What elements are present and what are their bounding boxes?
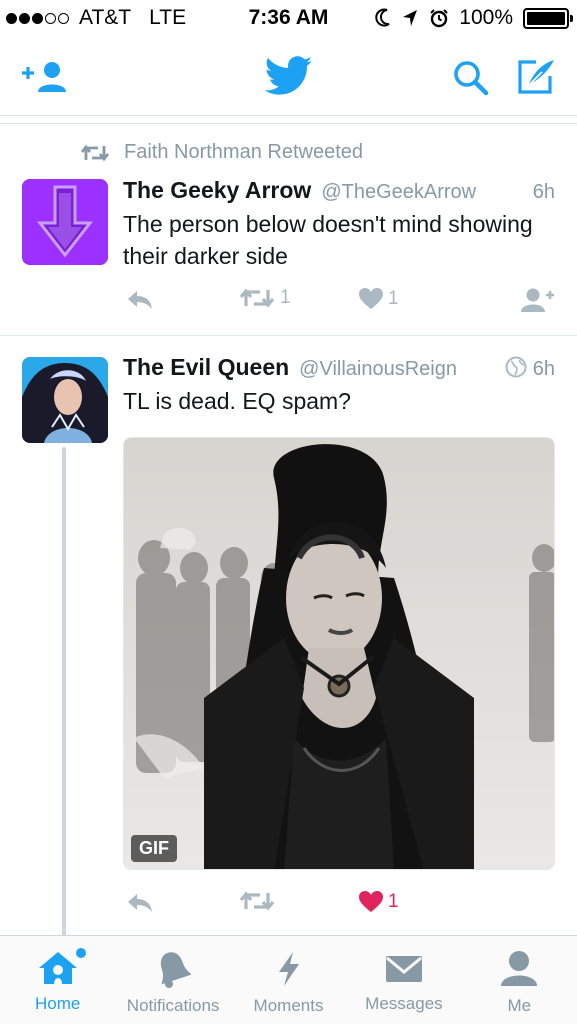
user-handle[interactable]: @VillainousReign (299, 358, 457, 381)
retweet-icon (239, 891, 275, 911)
tweet-text: The person below doesn't mind showing th… (123, 211, 533, 269)
avatar[interactable] (22, 179, 108, 265)
tweet-timestamp: 6h (532, 181, 555, 203)
search-icon[interactable] (452, 60, 490, 96)
retweet-icon (80, 144, 110, 161)
heart-icon (359, 288, 383, 309)
timeline-feed[interactable]: Faith Northman Retweeted The Geeky Arrow… (0, 117, 577, 935)
tab-label: Home (35, 994, 81, 1013)
retweet-button[interactable]: 1 (238, 287, 291, 309)
tab-me[interactable]: Me (462, 936, 577, 1024)
alarm-icon (430, 9, 448, 28)
follow-button[interactable] (521, 287, 559, 313)
tab-notifications[interactable]: Notifications (115, 936, 230, 1024)
conversation-thread-line (62, 447, 66, 935)
retweet-button[interactable] (238, 890, 280, 912)
tweet-header: The Evil Queen @VillainousReign 6h (123, 353, 555, 381)
divider (0, 123, 577, 124)
gif-image (124, 438, 554, 869)
bottom-tab-bar: Home Notifications Moments Messages Me (0, 935, 577, 1024)
tab-messages[interactable]: Messages (346, 936, 461, 1024)
globe-icon (505, 356, 527, 378)
tab-label: Moments (253, 996, 324, 1015)
status-right: 100% (375, 6, 573, 30)
top-nav-bar (0, 38, 577, 116)
person-icon (501, 951, 538, 986)
tab-home[interactable]: Home (0, 936, 115, 1024)
tweet-header: The Geeky Arrow @TheGeekArrow 6h (123, 177, 555, 204)
like-button[interactable]: 1 (358, 287, 399, 311)
moon-icon (375, 8, 390, 27)
tweet[interactable]: Faith Northman Retweeted The Geeky Arrow… (0, 137, 577, 336)
add-user-icon (521, 288, 554, 312)
profile-photo (22, 357, 108, 443)
new-tweets-indicator (76, 948, 86, 958)
retweet-count: 1 (280, 287, 291, 308)
retweet-context: Faith Northman Retweeted (80, 141, 363, 164)
gif-badge: GIF (131, 835, 177, 862)
heart-icon (359, 891, 383, 912)
battery-percent: 100% (459, 6, 513, 29)
reply-button[interactable] (125, 287, 159, 311)
gif-media[interactable]: GIF (123, 437, 555, 870)
compose-icon[interactable] (516, 58, 556, 96)
lightning-icon (278, 952, 299, 986)
twitter-bird-icon[interactable] (265, 56, 313, 96)
display-name[interactable]: The Evil Queen (123, 354, 289, 381)
tweet-text: TL is dead. EQ spam? (123, 388, 351, 414)
tweet-timestamp: 6h (532, 358, 555, 380)
tab-label: Me (507, 996, 532, 1015)
display-name[interactable]: The Geeky Arrow (123, 177, 311, 204)
retweeted-by-label[interactable]: Faith Northman Retweeted (124, 141, 363, 164)
tab-label: Notifications (126, 996, 220, 1015)
tab-label: Messages (365, 994, 443, 1013)
reply-icon (128, 291, 152, 309)
tab-moments[interactable]: Moments (231, 936, 346, 1024)
user-handle[interactable]: @TheGeekArrow (321, 181, 476, 204)
reply-icon (128, 894, 152, 912)
arrow-down-icon (22, 179, 108, 265)
reply-button[interactable] (125, 890, 159, 914)
add-user-icon[interactable] (20, 60, 70, 94)
avatar[interactable] (22, 357, 108, 443)
location-arrow-icon (403, 10, 418, 26)
envelope-icon (385, 956, 422, 982)
tweet-actions: 1 1 (123, 287, 555, 321)
home-icon (38, 952, 77, 984)
like-count: 1 (388, 288, 399, 309)
like-button[interactable]: 1 (358, 890, 399, 914)
status-bar: AT&T LTE 7:36 AM 100% (0, 0, 577, 38)
battery-icon (523, 7, 573, 29)
retweet-icon (239, 288, 275, 308)
bell-icon (161, 952, 192, 988)
tweet[interactable]: The Evil Queen @VillainousReign 6h TL is… (0, 337, 577, 935)
tweet-actions: 1 (123, 890, 555, 924)
like-count: 1 (388, 891, 399, 912)
